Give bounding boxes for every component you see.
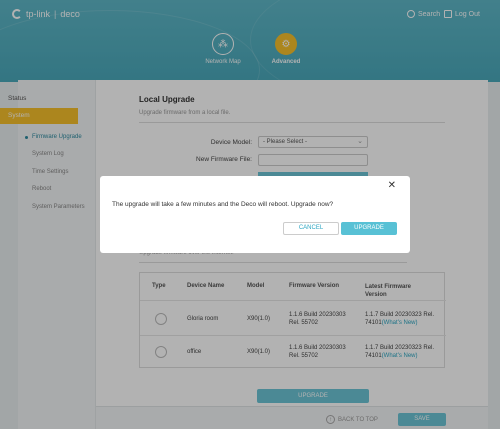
confirm-dialog: ✕ The upgrade will take a few minutes an… bbox=[100, 176, 410, 253]
cancel-button[interactable]: CANCEL bbox=[283, 222, 339, 235]
close-icon[interactable]: ✕ bbox=[388, 180, 396, 192]
dialog-message: The upgrade will take a few minutes and … bbox=[112, 201, 334, 208]
confirm-upgrade-button[interactable]: UPGRADE bbox=[341, 222, 397, 235]
